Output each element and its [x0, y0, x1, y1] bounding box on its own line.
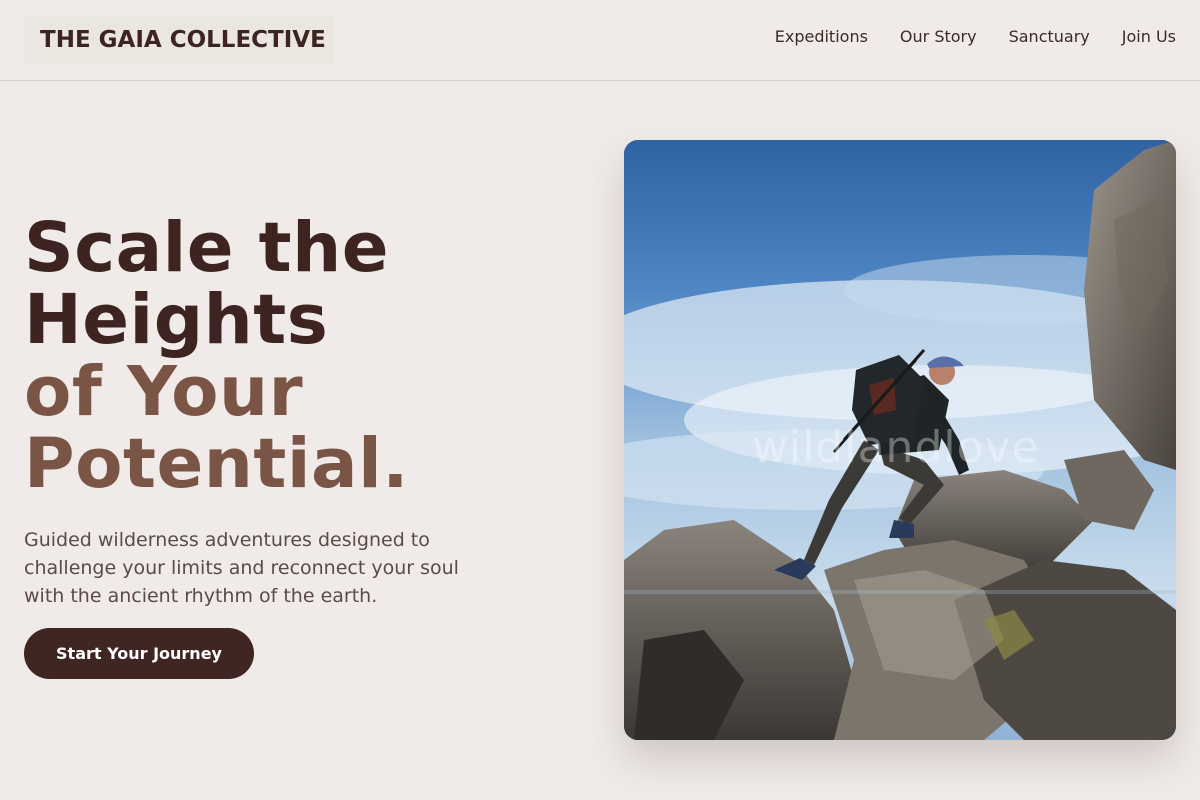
start-journey-button[interactable]: Start Your Journey [24, 628, 254, 679]
hero-title-line-3: of Your [24, 352, 304, 432]
nav-link-join-us[interactable]: Join Us [1122, 27, 1176, 46]
nav-link-sanctuary[interactable]: Sanctuary [1009, 27, 1090, 46]
image-watermark: wildlandlove [752, 422, 1040, 473]
hero-title-line-4: Potential. [24, 424, 409, 504]
main-nav: Expeditions Our Story Sanctuary Join Us [775, 27, 1176, 46]
hero-image: wildlandlove [624, 140, 1176, 740]
hero-title-line-2: Heights [24, 280, 329, 360]
brand-logo[interactable]: THE GAIA COLLECTIVE [24, 16, 334, 64]
nav-link-expeditions[interactable]: Expeditions [775, 27, 868, 46]
hero-title-line-1: Scale the [24, 208, 390, 288]
hero-subtitle: Guided wilderness adventures designed to… [24, 529, 459, 607]
nav-link-our-story[interactable]: Our Story [900, 27, 977, 46]
brand-name: THE GAIA COLLECTIVE [40, 27, 326, 53]
hero-title: Scale the Heights of Your Potential. [24, 212, 584, 500]
site-header: THE GAIA COLLECTIVE Expeditions Our Stor… [0, 0, 1200, 81]
